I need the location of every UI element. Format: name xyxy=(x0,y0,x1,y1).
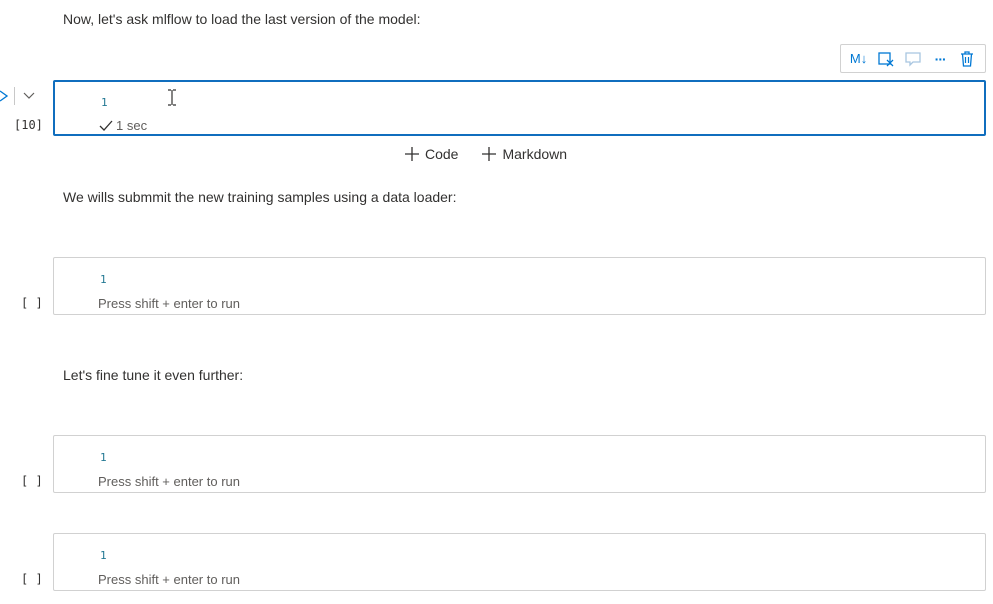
execution-status: 1 sec xyxy=(99,118,147,133)
execution-count: [ ] xyxy=(21,474,43,488)
line-number: 1 xyxy=(101,96,108,109)
cell-toolbar: M↓ ··· xyxy=(840,44,986,73)
code-cell[interactable]: 1 Press shift + enter to run xyxy=(53,257,986,315)
run-hint: Press shift + enter to run xyxy=(98,572,240,587)
chevron-down-icon[interactable] xyxy=(23,92,35,100)
markdown-icon: M↓ xyxy=(849,51,868,66)
code-cell-active[interactable]: 1 1 sec xyxy=(53,80,986,136)
plus-icon xyxy=(482,147,497,161)
line-number: 1 xyxy=(100,273,107,286)
execution-count: [ ] xyxy=(21,296,43,310)
add-code-label: Code xyxy=(425,146,459,162)
comment-icon xyxy=(905,51,921,67)
delete-cell-button[interactable] xyxy=(956,48,978,70)
clear-output-button[interactable] xyxy=(875,48,897,70)
execution-count: [ ] xyxy=(21,572,43,586)
add-code-cell-button[interactable]: Code xyxy=(405,146,458,162)
execution-count: [10] xyxy=(14,118,43,132)
line-number: 1 xyxy=(100,451,107,464)
plus-icon xyxy=(405,147,419,161)
check-icon xyxy=(99,120,113,131)
trash-icon xyxy=(961,50,974,67)
cell-run-gutter xyxy=(0,86,44,106)
gutter-divider xyxy=(14,87,15,105)
add-cell-bar: Code Markdown xyxy=(405,146,567,162)
more-actions-button[interactable]: ··· xyxy=(929,48,951,70)
line-number: 1 xyxy=(100,549,107,562)
add-markdown-cell-button[interactable]: Markdown xyxy=(482,146,567,162)
notebook-page: Now, let's ask mlflow to load the last v… xyxy=(0,0,993,604)
run-cell-icon[interactable] xyxy=(0,90,8,102)
execution-duration: 1 sec xyxy=(116,118,148,133)
add-markdown-label: Markdown xyxy=(502,146,568,162)
markdown-cell-submit: We wills submmit the new training sample… xyxy=(63,189,457,205)
more-icon: ··· xyxy=(934,50,947,67)
clear-output-icon xyxy=(878,51,894,66)
text-cursor-icon xyxy=(168,89,176,106)
markdown-cell-finetune: Let's fine tune it even further: xyxy=(63,367,244,383)
code-cell[interactable]: 1 Press shift + enter to run xyxy=(53,533,986,591)
run-hint: Press shift + enter to run xyxy=(98,474,240,489)
code-cell[interactable]: 1 Press shift + enter to run xyxy=(53,435,986,493)
run-hint: Press shift + enter to run xyxy=(98,296,240,311)
comment-button[interactable] xyxy=(902,48,924,70)
convert-to-markdown-button[interactable]: M↓ xyxy=(848,48,870,70)
markdown-cell-intro: Now, let's ask mlflow to load the last v… xyxy=(63,11,421,27)
